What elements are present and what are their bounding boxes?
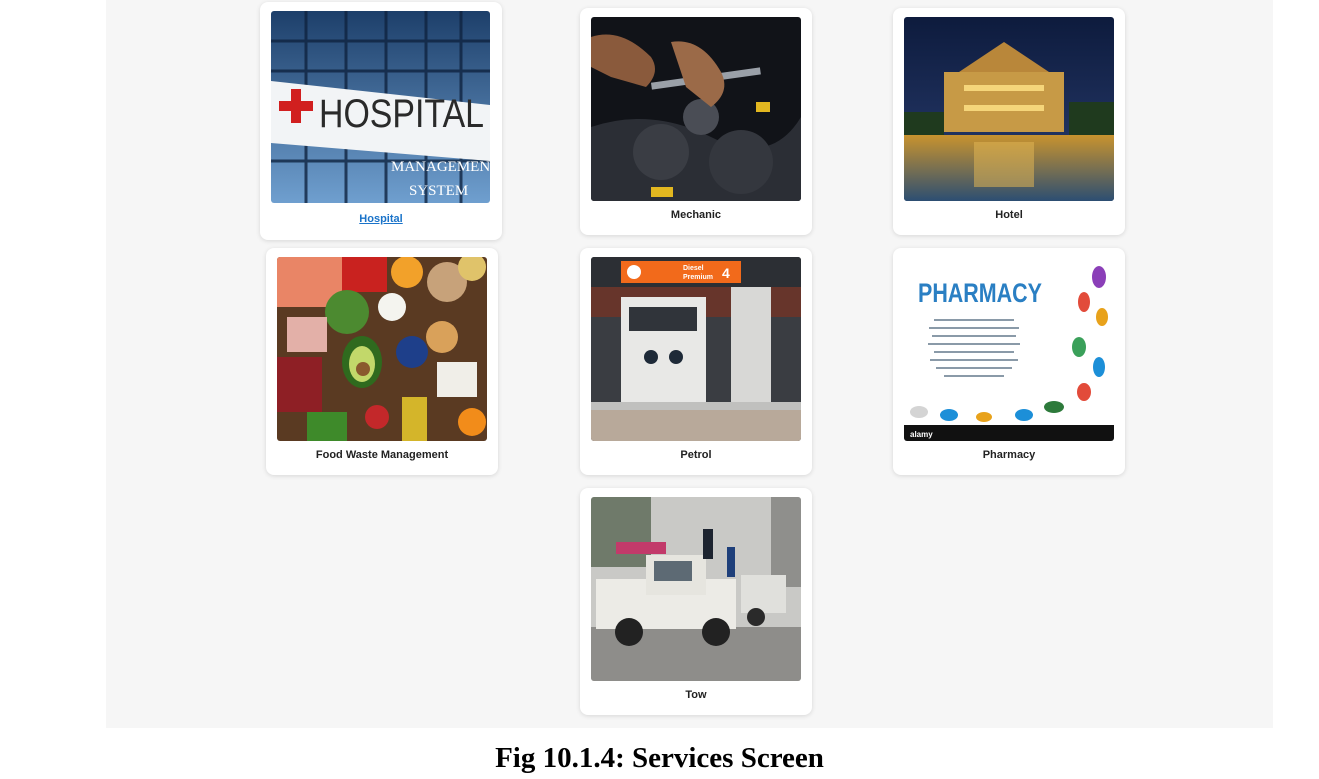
service-label-hotel[interactable]: Hotel [893,209,1125,221]
service-label-mechanic[interactable]: Mechanic [580,209,812,221]
hotel-image [904,17,1114,201]
figure-caption: Fig 10.1.4: Services Screen [495,742,824,774]
service-card-petrol[interactable]: Diesel Premium 4 Petrol [580,248,812,475]
services-screen: HOSPITAL MANAGEMENT SYSTEM Hospital Mech [106,0,1273,728]
service-card-pharmacy[interactable]: PHARMACY alamy Pharmacy [893,248,1125,475]
service-card-tow[interactable]: Tow [580,488,812,715]
service-card-mechanic[interactable]: Mechanic [580,8,812,235]
service-label-food-waste[interactable]: Food Waste Management [266,449,498,461]
petrol-sign-number: 4 [722,265,730,281]
petrol-sign-line1: Diesel [683,265,704,272]
service-label-pharmacy[interactable]: Pharmacy [893,449,1125,461]
petrol-image: Diesel Premium 4 [591,257,801,441]
service-card-hospital[interactable]: HOSPITAL MANAGEMENT SYSTEM Hospital [260,2,502,240]
hospital-sign-text: HOSPITAL [319,92,484,136]
pharmacy-title: PHARMACY [918,278,1042,308]
pharmacy-brand: alamy [910,430,933,439]
hospital-image: HOSPITAL MANAGEMENT SYSTEM [271,11,490,203]
tow-image [591,497,801,681]
service-label-petrol[interactable]: Petrol [580,449,812,461]
hospital-sign-sub2: SYSTEM [409,183,468,199]
hospital-sign-sub1: MANAGEMENT [391,159,490,175]
petrol-sign-line2: Premium [683,274,713,281]
mechanic-image [591,17,801,201]
service-card-hotel[interactable]: Hotel [893,8,1125,235]
service-card-food-waste[interactable]: Food Waste Management [266,248,498,475]
service-label-hospital[interactable]: Hospital [260,213,502,225]
pharmacy-image: PHARMACY alamy [904,257,1114,441]
service-label-tow[interactable]: Tow [580,689,812,701]
food-image [277,257,487,441]
